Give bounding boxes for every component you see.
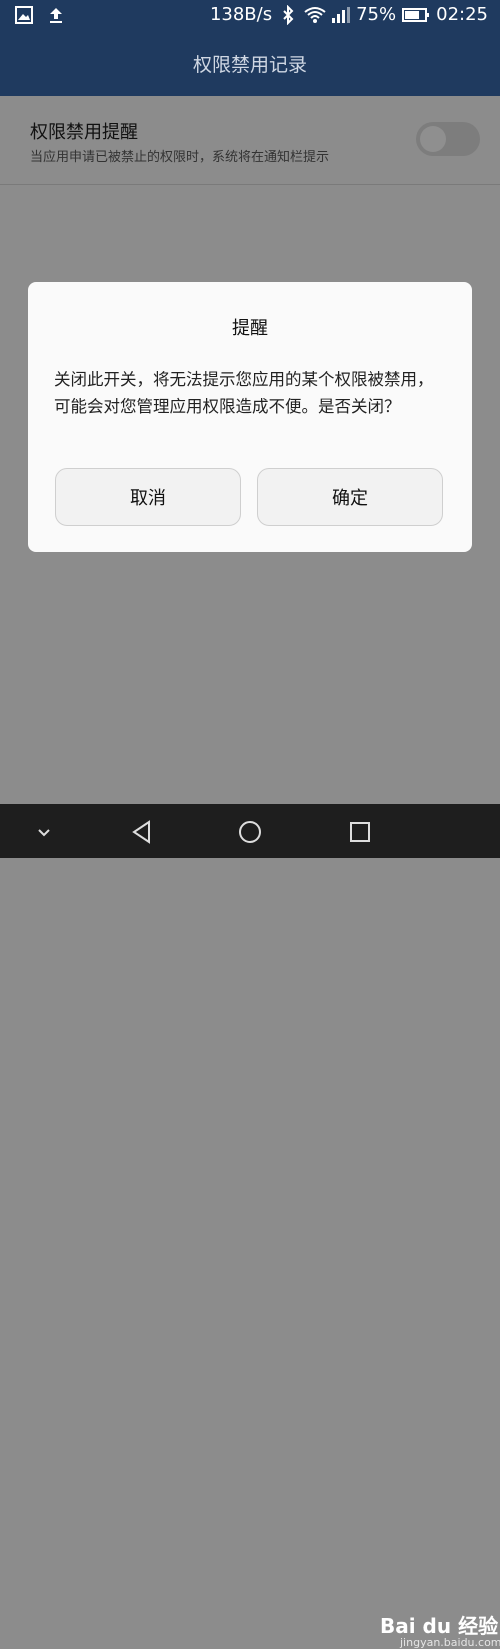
- chevron-down-icon[interactable]: [28, 816, 60, 848]
- cancel-button[interactable]: 取消: [55, 468, 241, 526]
- upload-icon: [46, 5, 66, 25]
- toggle-knob: [420, 126, 446, 152]
- clock: 02:25: [436, 4, 488, 25]
- setting-description: 当应用申请已被禁止的权限时，系统将在通知栏提示: [30, 150, 330, 165]
- dialog-title: 提醒: [232, 318, 268, 339]
- recent-apps-icon[interactable]: [344, 816, 376, 848]
- home-icon[interactable]: [234, 816, 266, 848]
- signal-icon: [330, 5, 351, 25]
- watermark-logo: Bai du 经验: [380, 1614, 499, 1638]
- watermark-site: jingyan.baidu.com: [400, 1636, 500, 1649]
- page-title: 权限禁用记录: [192, 53, 307, 76]
- confirm-button[interactable]: 确定: [257, 468, 443, 526]
- network-speed: 138B/s: [209, 4, 273, 25]
- battery-percent: 75%: [356, 4, 397, 25]
- navigation-bar: Bai du 经验 jingyan.baidu.com: [0, 804, 500, 1649]
- wifi-icon: [304, 5, 326, 25]
- setting-row-permission-alert[interactable]: 权限禁用提醒 当应用申请已被禁止的权限时，系统将在通知栏提示: [0, 96, 500, 185]
- status-right: 138B/s 75% 02:25: [210, 4, 488, 25]
- bluetooth-icon: [278, 4, 298, 25]
- dialog-message: 关闭此开关，将无法提示您应用的某个权限被禁用，可能会对您管理应用权限造成不便。是…: [54, 370, 434, 416]
- image-icon: [14, 5, 34, 25]
- status-bar: 138B/s 75% 02:25: [0, 0, 500, 30]
- setting-title: 权限禁用提醒: [30, 122, 138, 143]
- back-icon[interactable]: [126, 816, 158, 848]
- confirm-dialog: 提醒 关闭此开关，将无法提示您应用的某个权限被禁用，可能会对您管理应用权限造成不…: [28, 282, 472, 552]
- status-left-icons: [14, 5, 66, 25]
- permission-alert-toggle[interactable]: [416, 122, 480, 156]
- title-bar: 权限禁用记录: [0, 30, 500, 96]
- battery-icon: [402, 5, 430, 25]
